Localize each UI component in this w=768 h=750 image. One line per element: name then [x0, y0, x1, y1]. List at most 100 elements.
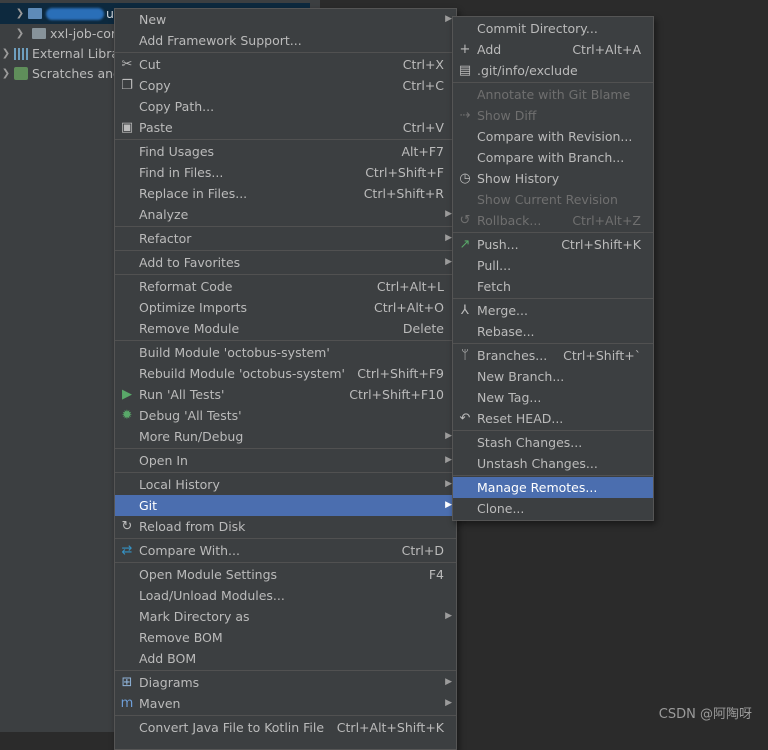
shortcut-label: Ctrl+Alt+Shift+K — [336, 720, 444, 735]
menu-item-remove-module[interactable]: Remove Module Delete — [115, 318, 456, 339]
menu-item-label: Pull... — [477, 258, 512, 273]
menu-item-find-usages[interactable]: Find Usages Alt+F7 — [115, 141, 456, 162]
menu-item-convert-java-file-to-kotlin-file[interactable]: Convert Java File to Kotlin File Ctrl+Alt… — [115, 717, 456, 738]
tree-item-module[interactable]: ❯ xxl-job-cor — [0, 23, 116, 44]
menu-item-show-history[interactable]: ◷ Show History — [453, 168, 653, 189]
menu-item-annotate-with-git-blame[interactable]: Annotate with Git Blame — [453, 84, 653, 105]
menu-item-open-in[interactable]: Open In ▶ — [115, 450, 456, 471]
watermark: CSDN @阿陶呀 — [658, 707, 752, 722]
menu-item-diagrams[interactable]: ⊞ Diagrams ▶ — [115, 672, 456, 693]
menu-item-rebuild-module-octobus-system[interactable]: Rebuild Module 'octobus-system' Ctrl+Shif… — [115, 363, 456, 384]
run-icon: ▶ — [122, 387, 132, 402]
menu-item-label: Stash Changes... — [477, 435, 583, 450]
menu-item-find-in-files[interactable]: Find in Files... Ctrl+Shift+F — [115, 162, 456, 183]
menu-item-new-tag[interactable]: New Tag... — [453, 387, 653, 408]
shortcut-label: Ctrl+V — [402, 120, 444, 135]
chevron-right-icon[interactable]: ❯ — [14, 28, 26, 39]
chevron-right-icon[interactable]: ❯ — [0, 68, 12, 79]
menu-item-cut[interactable]: ✂ Cut Ctrl+X — [115, 54, 456, 75]
menu-item-push[interactable]: ↗ Push... Ctrl+Shift+K — [453, 234, 653, 255]
menu-item-label: Compare With... — [139, 543, 240, 558]
menu-item-label: New Branch... — [477, 369, 565, 384]
menu-separator — [115, 250, 456, 251]
menu-item-label: Refactor — [139, 231, 192, 246]
menu-item-manage-remotes[interactable]: Manage Remotes... — [453, 477, 653, 498]
menu-item-add[interactable]: + Add Ctrl+Alt+A — [453, 39, 653, 60]
menu-separator — [453, 430, 653, 431]
chevron-right-icon[interactable]: ❯ — [14, 8, 26, 19]
menu-item-load-unload-modules[interactable]: Load/Unload Modules... — [115, 585, 456, 606]
menu-item-run-all-tests[interactable]: ▶ Run 'All Tests' Ctrl+Shift+F10 — [115, 384, 456, 405]
submenu-arrow-icon: ▶ — [445, 209, 452, 219]
menu-item-new[interactable]: New ▶ — [115, 9, 456, 30]
menu-item-analyze[interactable]: Analyze ▶ — [115, 204, 456, 225]
menu-separator — [115, 340, 456, 341]
menu-item-refactor[interactable]: Refactor ▶ — [115, 228, 456, 249]
menu-item-label: Show Diff — [477, 108, 537, 123]
menu-item-git[interactable]: Git ▶ — [115, 495, 456, 516]
menu-separator — [115, 448, 456, 449]
menu-item-add-bom[interactable]: Add BOM — [115, 648, 456, 669]
shortcut-label: Ctrl+Shift+F9 — [357, 366, 444, 381]
menu-item-label: Push... — [477, 237, 519, 252]
tree-item-external-libraries[interactable]: ❯ External Libra — [0, 43, 119, 64]
chevron-right-icon[interactable]: ❯ — [0, 48, 12, 59]
menu-item-show-diff[interactable]: ⇢ Show Diff — [453, 105, 653, 126]
menu-item-copy[interactable]: ❐ Copy Ctrl+C — [115, 75, 456, 96]
menu-item-maven[interactable]: m Maven ▶ — [115, 693, 456, 714]
shortcut-label: Delete — [402, 321, 444, 336]
menu-item-commit-directory[interactable]: Commit Directory... — [453, 18, 653, 39]
menu-item-fetch[interactable]: Fetch — [453, 276, 653, 297]
menu-item-open-module-settings[interactable]: Open Module Settings F4 — [115, 564, 456, 585]
menu-item-more-run-debug[interactable]: More Run/Debug ▶ — [115, 426, 456, 447]
menu-item-compare-with[interactable]: ⇄ Compare With... Ctrl+D — [115, 540, 456, 561]
menu-item-unstash-changes[interactable]: Unstash Changes... — [453, 453, 653, 474]
menu-item-replace-in-files[interactable]: Replace in Files... Ctrl+Shift+R — [115, 183, 456, 204]
menu-item-reset-head[interactable]: ↶ Reset HEAD... — [453, 408, 653, 429]
menu-item-reformat-code[interactable]: Reformat Code Ctrl+Alt+L — [115, 276, 456, 297]
menu-item-compare-with-branch[interactable]: Compare with Branch... — [453, 147, 653, 168]
menu-item-label: Diagrams — [139, 675, 200, 690]
menu-item-new-branch[interactable]: New Branch... — [453, 366, 653, 387]
menu-item-label: Debug 'All Tests' — [139, 408, 242, 423]
menu-item-stash-changes[interactable]: Stash Changes... — [453, 432, 653, 453]
menu-separator — [453, 475, 653, 476]
menu-item-label: Merge... — [477, 303, 528, 318]
submenu-arrow-icon: ▶ — [445, 431, 452, 441]
add-icon: + — [459, 42, 471, 57]
menu-item-label: Remove BOM — [139, 630, 223, 645]
tree-item-label: External Libra — [32, 46, 120, 61]
tree-item-scratches[interactable]: ❯ Scratches and — [0, 63, 121, 84]
menu-item-compare-with-revision[interactable]: Compare with Revision... — [453, 126, 653, 147]
menu-item-build-module-octobus-system[interactable]: Build Module 'octobus-system' — [115, 342, 456, 363]
menu-item-label: Add to Favorites — [139, 255, 241, 270]
menu-item-optimize-imports[interactable]: Optimize Imports Ctrl+Alt+O — [115, 297, 456, 318]
menu-item-paste[interactable]: ▣ Paste Ctrl+V — [115, 117, 456, 138]
menu-item-add-framework-support[interactable]: Add Framework Support... — [115, 30, 456, 51]
shortcut-label: Ctrl+X — [402, 57, 444, 72]
menu-item-mark-directory-as[interactable]: Mark Directory as ▶ — [115, 606, 456, 627]
menu-separator — [115, 226, 456, 227]
menu-item-rebase[interactable]: Rebase... — [453, 321, 653, 342]
menu-item-reload-from-disk[interactable]: ↻ Reload from Disk — [115, 516, 456, 537]
menu-item-add-to-favorites[interactable]: Add to Favorites ▶ — [115, 252, 456, 273]
menu-item-rollback[interactable]: ↺ Rollback... Ctrl+Alt+Z — [453, 210, 653, 231]
menu-item-copy-path[interactable]: Copy Path... — [115, 96, 456, 117]
shortcut-label: Ctrl+C — [402, 78, 444, 93]
menu-item-label: Compare with Branch... — [477, 150, 625, 165]
menu-separator — [115, 715, 456, 716]
menu-item-git-info-exclude[interactable]: ▤ .git/info/exclude — [453, 60, 653, 81]
menu-item-debug-all-tests[interactable]: ✹ Debug 'All Tests' — [115, 405, 456, 426]
shortcut-label: Ctrl+Alt+L — [376, 279, 444, 294]
menu-item-branches[interactable]: ᛘ Branches... Ctrl+Shift+` — [453, 345, 653, 366]
menu-item-remove-bom[interactable]: Remove BOM — [115, 627, 456, 648]
tree-item-label: xxl-job-cor — [50, 26, 117, 41]
menu-item-clone[interactable]: Clone... — [453, 498, 653, 519]
menu-item-merge[interactable]: ⅄ Merge... — [453, 300, 653, 321]
menu-item-local-history[interactable]: Local History ▶ — [115, 474, 456, 495]
merge-icon: ⅄ — [461, 303, 469, 318]
menu-item-label: Fetch — [477, 279, 511, 294]
menu-separator — [453, 343, 653, 344]
menu-item-show-current-revision[interactable]: Show Current Revision — [453, 189, 653, 210]
menu-item-pull[interactable]: Pull... — [453, 255, 653, 276]
